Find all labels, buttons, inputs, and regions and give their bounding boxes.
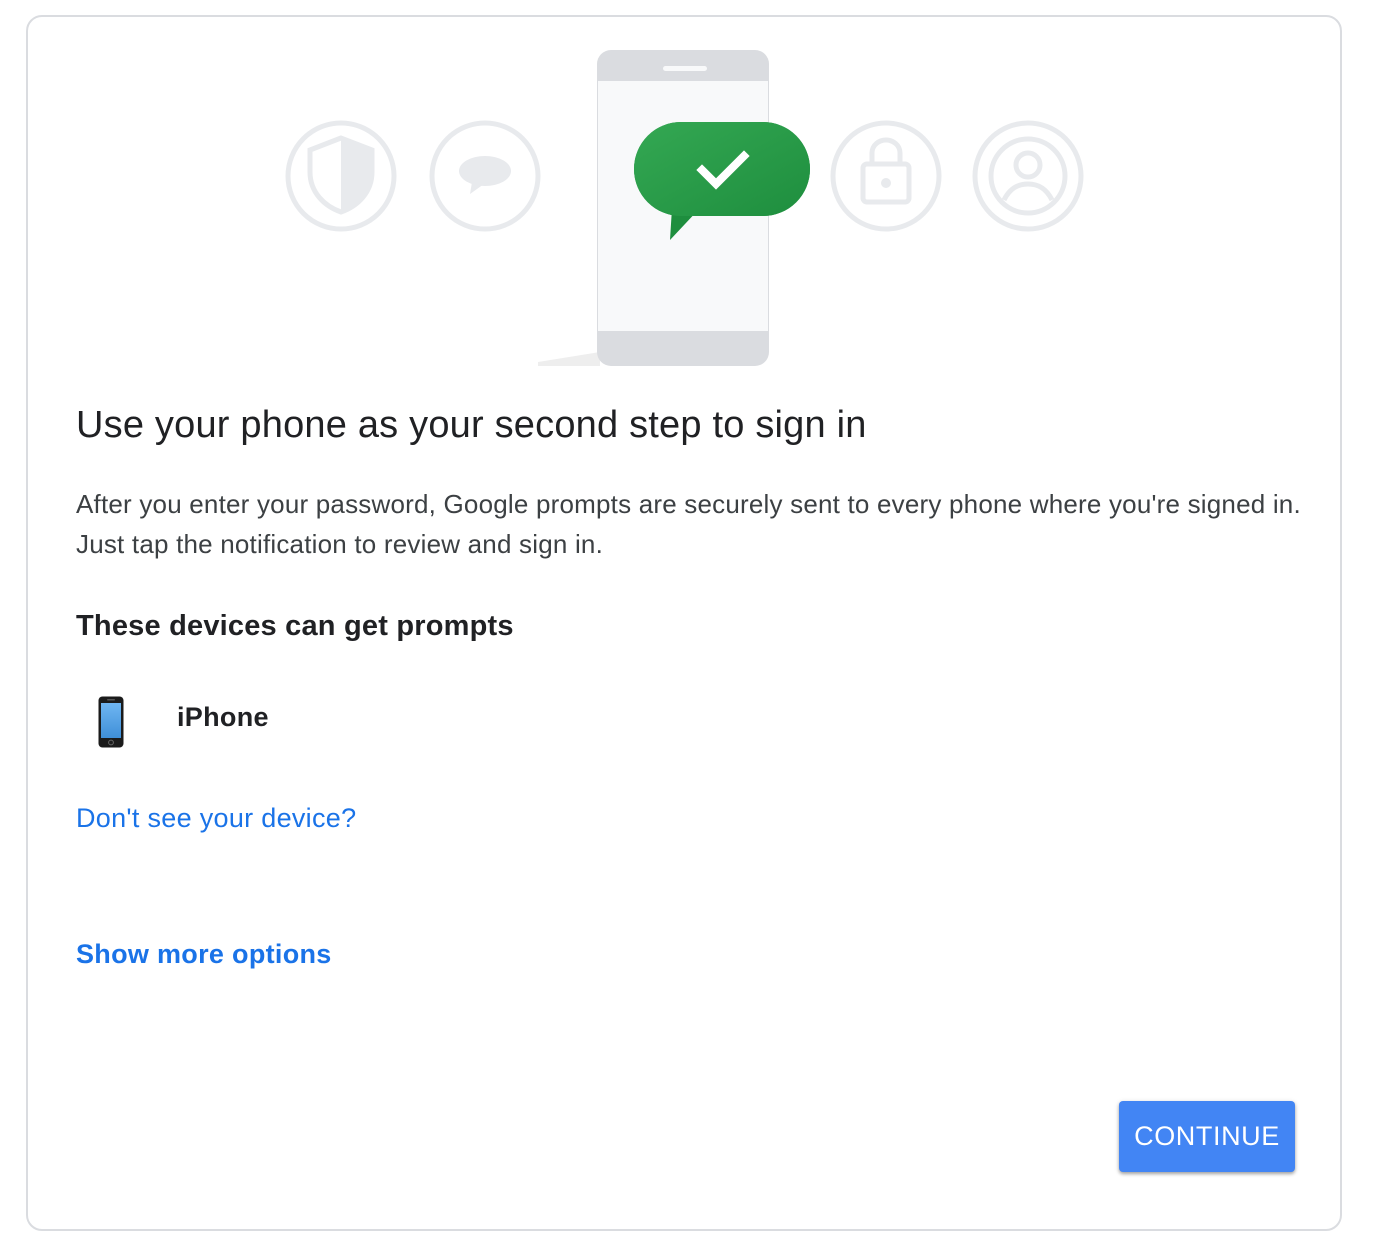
device-name: iPhone (177, 702, 269, 732)
devices-heading: These devices can get prompts (76, 610, 514, 642)
chat-bubble-icon (429, 120, 541, 232)
account-icon (972, 120, 1084, 232)
device-list-item: iPhone (76, 690, 676, 754)
page-title: Use your phone as your second step to si… (76, 404, 867, 446)
dont-see-device-link[interactable]: Don't see your device? (76, 798, 356, 838)
iphone-icon (98, 696, 124, 748)
header-illustration (285, 50, 1084, 366)
page-description: After you enter your password, Google pr… (76, 489, 1301, 559)
lock-icon (830, 120, 942, 232)
show-more-options-link[interactable]: Show more options (76, 934, 332, 974)
continue-button[interactable]: CONTINUE (1119, 1101, 1295, 1172)
shield-icon (285, 120, 397, 232)
